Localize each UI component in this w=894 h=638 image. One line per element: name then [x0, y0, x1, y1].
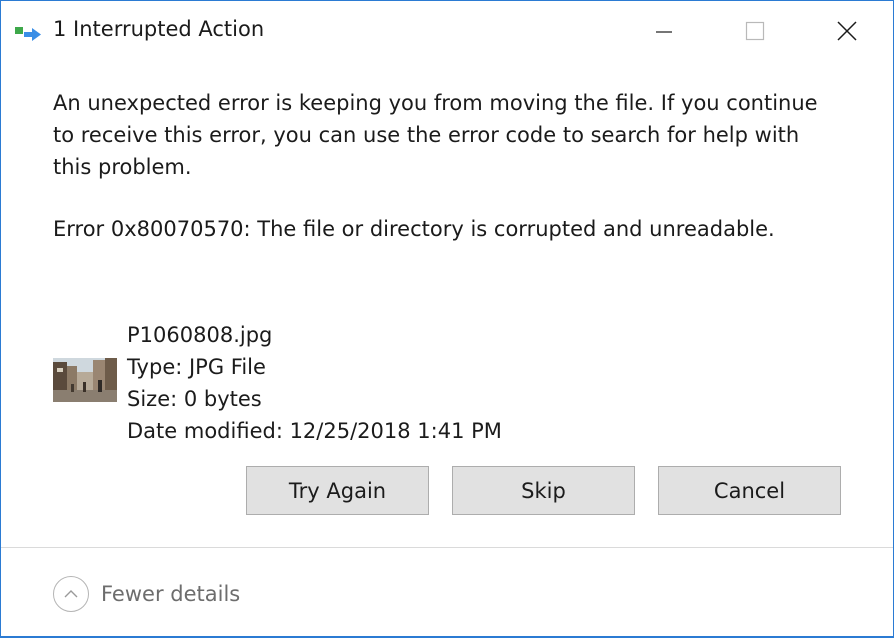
file-name: P1060808.jpg: [127, 323, 273, 347]
dialog-footer: Fewer details: [1, 548, 893, 636]
file-type: Type: JPG File: [127, 355, 266, 379]
chevron-up-icon: [53, 576, 89, 612]
close-icon: [836, 20, 858, 42]
fewer-details-toggle[interactable]: Fewer details: [53, 574, 240, 614]
close-button[interactable]: [823, 15, 871, 47]
maximize-button[interactable]: [731, 15, 779, 47]
message-line: An unexpected error is keeping you from …: [53, 91, 818, 115]
window-title: 1 Interrupted Action: [53, 17, 265, 41]
title-bar: 1 Interrupted Action: [1, 1, 893, 63]
message-line: this problem.: [53, 155, 192, 179]
error-description: An unexpected error is keeping you from …: [53, 87, 853, 183]
message-line: to receive this error, you can use the e…: [53, 123, 800, 147]
cancel-button[interactable]: Cancel: [658, 466, 841, 515]
interrupted-action-dialog: 1 Interrupted Action An unexpected error…: [0, 0, 894, 638]
try-again-button[interactable]: Try Again: [246, 466, 429, 515]
photo-thumbnail: [53, 358, 117, 402]
minimize-button[interactable]: [640, 15, 688, 47]
file-details: P1060808.jpg Type: JPG File Size: 0 byte…: [127, 319, 502, 447]
file-size: Size: 0 bytes: [127, 387, 262, 411]
skip-button[interactable]: Skip: [452, 466, 635, 515]
maximize-icon: [745, 21, 765, 41]
file-move-icon: [15, 23, 47, 45]
minimize-icon: [655, 22, 673, 40]
error-code-text: Error 0x80070570: The file or directory …: [53, 217, 775, 241]
file-date-modified: Date modified: 12/25/2018 1:41 PM: [127, 419, 502, 443]
fewer-details-label: Fewer details: [101, 582, 241, 606]
